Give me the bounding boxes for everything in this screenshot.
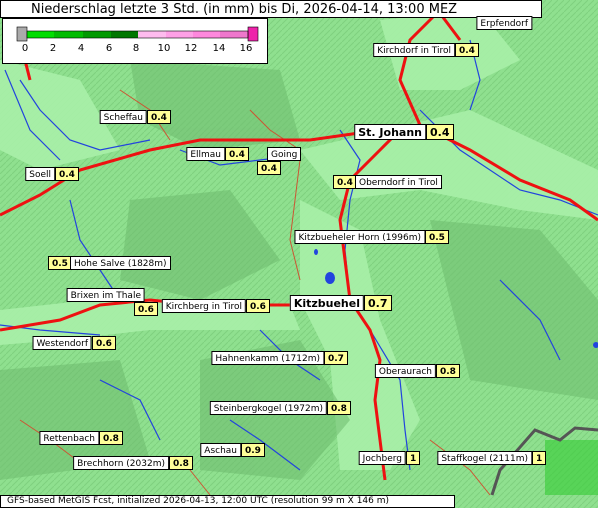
legend-swatch-5 xyxy=(138,31,166,38)
legend-swatch-8 xyxy=(220,31,248,38)
place-name: Aschau xyxy=(200,443,241,457)
place-name: Hahnenkamm (1712m) xyxy=(211,351,324,365)
place-value: 0.4 xyxy=(455,43,479,57)
place-value: 0.4 xyxy=(55,167,79,181)
legend-swatch-7 xyxy=(193,31,220,38)
legend-swatch-3 xyxy=(83,31,111,38)
place-name: Erpfendorf xyxy=(476,16,532,30)
legend-swatch-0 xyxy=(16,26,28,42)
legend-tick: 14 xyxy=(212,43,226,54)
place-name: Kitzbueheler Horn (1996m) xyxy=(294,230,425,244)
lake-2 xyxy=(314,249,318,255)
lake xyxy=(325,272,335,284)
legend-swatch-9 xyxy=(247,26,259,42)
place-value: 0.6 xyxy=(134,302,158,316)
place-value: 0.4 xyxy=(147,110,171,124)
place-value: 0.5 xyxy=(48,256,72,270)
legend-swatch-4 xyxy=(111,31,138,38)
place-name: Oberndorf in Tirol xyxy=(355,175,442,189)
legend-tick: 4 xyxy=(77,43,85,54)
place-name: Staffkogel (2111m) xyxy=(437,451,532,465)
place-value: 0.4 xyxy=(426,124,454,140)
place-name: Soell xyxy=(25,167,55,181)
place-value: 0.8 xyxy=(99,431,123,445)
place-name: Kirchberg in Tirol xyxy=(161,299,246,313)
place-name: Rettenbach xyxy=(39,431,99,445)
place-name: St. Johann xyxy=(354,124,426,140)
place-name: Westendorf xyxy=(32,336,92,350)
legend-tick: 12 xyxy=(184,43,198,54)
legend-colorbar xyxy=(16,26,259,42)
place-value: 0.4 xyxy=(333,175,357,189)
place-name: Brechhorn (2032m) xyxy=(73,456,169,470)
place-value: 0.7 xyxy=(364,295,392,311)
legend-tick: 6 xyxy=(105,43,113,54)
place-value: 0.8 xyxy=(169,456,193,470)
legend-tick: 8 xyxy=(132,43,140,54)
map-title: Niederschlag letzte 3 Std. (in mm) bis D… xyxy=(0,0,542,18)
legend-tick: 10 xyxy=(157,43,171,54)
place-value: 0.5 xyxy=(425,230,449,244)
legend-tick: 16 xyxy=(239,43,253,54)
place-name: Ellmau xyxy=(186,147,225,161)
legend-tick: 2 xyxy=(49,43,57,54)
place-value: 1 xyxy=(532,451,547,465)
legend-swatch-2 xyxy=(54,31,83,38)
place-value: 0.4 xyxy=(257,161,281,175)
precipitation-legend: 0 2 4 6 8 10 12 14 16 xyxy=(2,18,268,64)
place-name: Jochberg xyxy=(358,451,406,465)
precip-patch xyxy=(545,440,598,495)
legend-swatch-1 xyxy=(27,31,54,38)
place-name: Scheffau xyxy=(99,110,147,124)
place-value: 0.8 xyxy=(327,401,351,415)
place-value: 0.6 xyxy=(92,336,116,350)
place-value: 0.6 xyxy=(246,299,270,313)
legend-tick: 0 xyxy=(21,43,29,54)
place-name: Steinbergkogel (1972m) xyxy=(209,401,327,415)
place-name: Oberaurach xyxy=(374,364,436,378)
place-name: Kirchdorf in Tirol xyxy=(373,43,455,57)
model-info-footer: GFS-based MetGIS Fcst, initialized 2026-… xyxy=(0,495,455,508)
place-name: Hohe Salve (1828m) xyxy=(70,256,171,270)
place-value: 1 xyxy=(406,451,421,465)
place-value: 0.4 xyxy=(225,147,249,161)
place-value: 0.8 xyxy=(436,364,460,378)
place-value: 0.9 xyxy=(241,443,265,457)
place-value: 0.7 xyxy=(324,351,348,365)
legend-swatch-6 xyxy=(166,31,193,38)
place-name: Going xyxy=(267,147,302,161)
place-name: Kitzbuehel xyxy=(289,295,364,311)
place-name: Brixen im Thale xyxy=(66,288,145,302)
